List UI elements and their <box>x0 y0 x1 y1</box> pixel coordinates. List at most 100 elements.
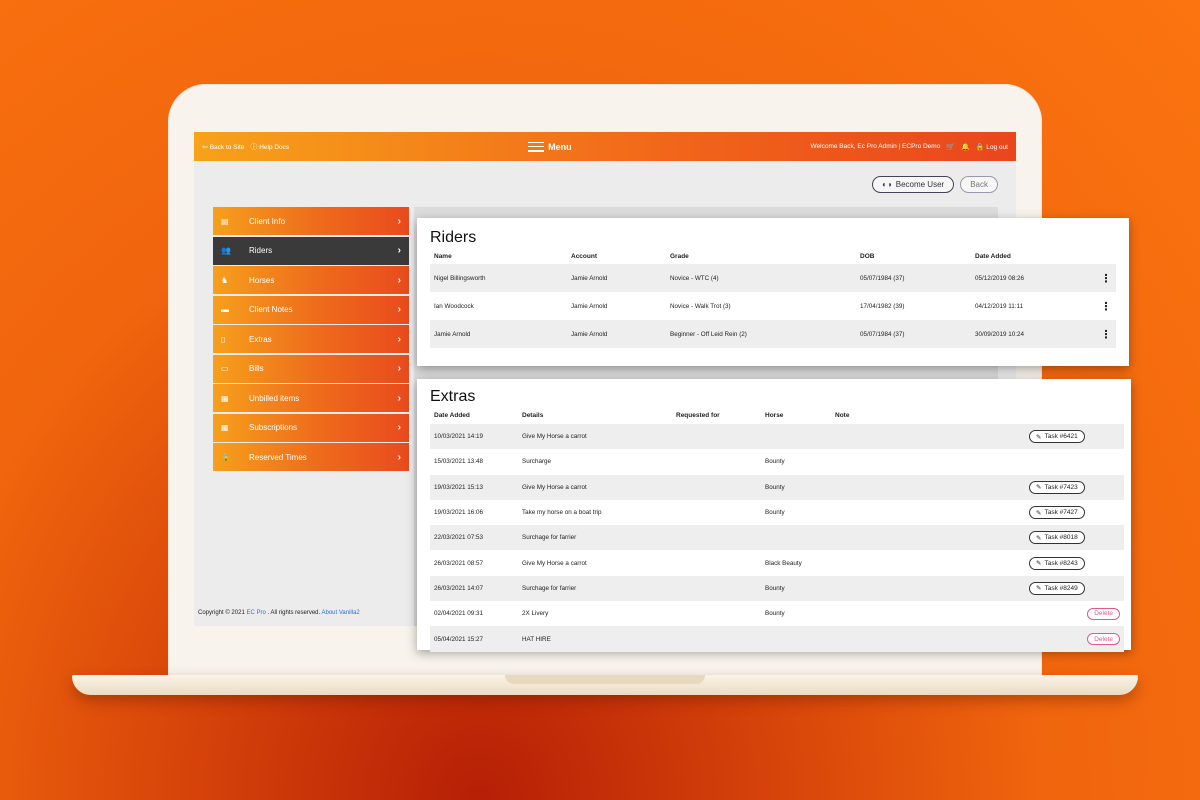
back-to-site-link[interactable]: ⇦ Back to Site <box>202 143 244 151</box>
table-row: 02/04/2021 09:312X LiveryBountyDelete <box>430 601 1124 626</box>
sidebar-item-client-info[interactable]: ▤Client Info› <box>213 207 409 235</box>
become-user-label: Become User <box>896 180 944 189</box>
extra-horse <box>761 424 831 449</box>
extra-action-cell: ✎Task #6421 <box>971 424 1124 449</box>
extra-action-cell: ✎Task #8249 <box>971 576 1124 601</box>
pencil-icon: ✎ <box>1036 534 1041 542</box>
table-header-row: Name Account Grade DOB Date Added <box>430 249 1116 264</box>
riders-table: Name Account Grade DOB Date Added Nigel … <box>430 249 1116 348</box>
menu-button[interactable]: Menu <box>528 142 572 152</box>
extra-date: 19/03/2021 15:13 <box>430 475 518 500</box>
extra-requested-for <box>672 500 761 525</box>
sidebar-item-client-notes[interactable]: ▬Client Notes› <box>213 296 409 324</box>
table-row[interactable]: Ian Woodcock Jamie Arnold Novice - Walk … <box>430 292 1116 320</box>
task-button[interactable]: ✎Task #8018 <box>1029 531 1085 544</box>
table-row: 15/03/2021 13:48SurchargeBounty <box>430 449 1124 474</box>
task-button[interactable]: ✎Task #7423 <box>1029 481 1085 494</box>
more-options-icon[interactable]: ⋮ <box>1096 292 1116 320</box>
task-label: Task #8018 <box>1044 534 1077 541</box>
extra-action-cell: ✎Task #8243 <box>971 550 1124 575</box>
rider-grade: Novice - Walk Trot (3) <box>666 292 856 320</box>
extras-title: Extras <box>430 388 475 406</box>
rider-dob: 05/07/1984 (37) <box>856 264 971 292</box>
extra-details: Give My Horse a carrot <box>518 550 672 575</box>
brand-link[interactable]: EC Pro <box>246 610 265 616</box>
money-icon: ▭ <box>221 364 241 373</box>
menu-label: Menu <box>548 142 572 152</box>
extra-action-cell: ✎Task #8018 <box>971 525 1124 550</box>
cart-icon[interactable]: 🛒 <box>946 143 955 151</box>
task-button[interactable]: ✎Task #8249 <box>1029 582 1085 595</box>
extra-date: 19/03/2021 16:06 <box>430 500 518 525</box>
extra-requested-for <box>672 475 761 500</box>
sidebar-item-label: Subscriptions <box>241 423 398 432</box>
chevron-right-icon: › <box>398 275 401 286</box>
chevron-right-icon: › <box>398 363 401 374</box>
extra-requested-for <box>672 525 761 550</box>
id-card-icon: ▤ <box>221 217 241 226</box>
rider-name: Jamie Arnold <box>430 320 567 348</box>
extra-requested-for <box>672 550 761 575</box>
extras-table: Date Added Details Requested for Horse N… <box>430 407 1124 652</box>
column-header: Name <box>430 249 567 264</box>
extra-requested-for <box>672 449 761 474</box>
riders-title: Riders <box>430 229 476 247</box>
sidebar: ▤Client Info› 👥Riders› ♞Horses› ▬Client … <box>213 207 409 473</box>
sidebar-item-horses[interactable]: ♞Horses› <box>213 266 409 294</box>
sidebar-item-extras[interactable]: ▯Extras› <box>213 325 409 353</box>
help-docs-link[interactable]: ⓘ Help Docs <box>250 142 289 152</box>
chevron-right-icon: › <box>398 216 401 227</box>
sidebar-item-riders[interactable]: 👥Riders› <box>213 237 409 265</box>
extra-details: 2X Livery <box>518 601 672 626</box>
table-header-row: Date Added Details Requested for Horse N… <box>430 407 1124 424</box>
table-row: 10/03/2021 14:19Give My Horse a carrot✎T… <box>430 424 1124 449</box>
more-options-icon[interactable]: ⋮ <box>1096 320 1116 348</box>
about-link[interactable]: About Vanilla2 <box>322 610 360 616</box>
back-button[interactable]: Back <box>960 176 998 193</box>
more-options-icon[interactable]: ⋮ <box>1096 264 1116 292</box>
rider-name: Nigel Billingsworth <box>430 264 567 292</box>
help-docs-label: Help Docs <box>259 144 289 151</box>
extra-date: 26/03/2021 14:07 <box>430 576 518 601</box>
task-button[interactable]: ✎Task #8243 <box>1029 557 1085 570</box>
task-button[interactable]: ✎Task #6421 <box>1029 430 1085 443</box>
sidebar-item-label: Client Notes <box>241 305 398 314</box>
table-row[interactable]: Nigel Billingsworth Jamie Arnold Novice … <box>430 264 1116 292</box>
mask-icon: ◐◑ <box>882 180 892 189</box>
copyright-text: Copyright © 2021 <box>198 610 245 616</box>
sidebar-item-label: Client Info <box>241 217 398 226</box>
chevron-right-icon: › <box>398 304 401 315</box>
sidebar-item-reserved-times[interactable]: 🔒Reserved Times› <box>213 443 409 471</box>
extras-card: Extras Date Added Details Requested for … <box>417 379 1131 650</box>
table-row: 26/03/2021 08:57Give My Horse a carrotBl… <box>430 550 1124 575</box>
delete-button[interactable]: Delete <box>1087 608 1120 620</box>
column-header: Note <box>831 407 971 424</box>
become-user-button[interactable]: ◐◑ Become User <box>872 176 954 193</box>
action-toolbar: ◐◑ Become User Back <box>872 176 998 193</box>
delete-button[interactable]: Delete <box>1087 633 1120 645</box>
pencil-icon: ✎ <box>1036 483 1041 491</box>
rider-date-added: 05/12/2019 08:26 <box>971 264 1096 292</box>
rider-account: Jamie Arnold <box>567 264 666 292</box>
extra-date: 02/04/2021 09:31 <box>430 601 518 626</box>
footer-copyright: Copyright © 2021 EC Pro . All rights res… <box>198 610 360 616</box>
bell-icon[interactable]: 🔔 <box>961 143 970 151</box>
sidebar-item-bills[interactable]: ▭Bills› <box>213 355 409 383</box>
sidebar-item-label: Riders <box>241 246 398 255</box>
extra-note <box>831 424 971 449</box>
sidebar-item-subscriptions[interactable]: ▦Subscriptions› <box>213 414 409 442</box>
extra-date: 22/03/2021 07:53 <box>430 525 518 550</box>
extra-horse: Black Beauty <box>761 550 831 575</box>
exit-icon: ⇦ <box>202 144 208 151</box>
table-row[interactable]: Jamie Arnold Jamie Arnold Beginner - Off… <box>430 320 1116 348</box>
extra-action-cell: ✎Task #7423 <box>971 475 1124 500</box>
sidebar-item-unbilled-items[interactable]: ▦Unbilled items› <box>213 384 409 412</box>
extra-horse <box>761 525 831 550</box>
task-button[interactable]: ✎Task #7427 <box>1029 506 1085 519</box>
rights-text: . All rights reserved. <box>267 610 320 616</box>
sidebar-item-label: Horses <box>241 276 398 285</box>
clipboard-icon: ▯ <box>221 335 241 344</box>
table-row: 22/03/2021 07:53Surchage for farrier✎Tas… <box>430 525 1124 550</box>
extra-horse <box>761 626 831 651</box>
logout-link[interactable]: 🔒 Log out <box>976 143 1008 151</box>
